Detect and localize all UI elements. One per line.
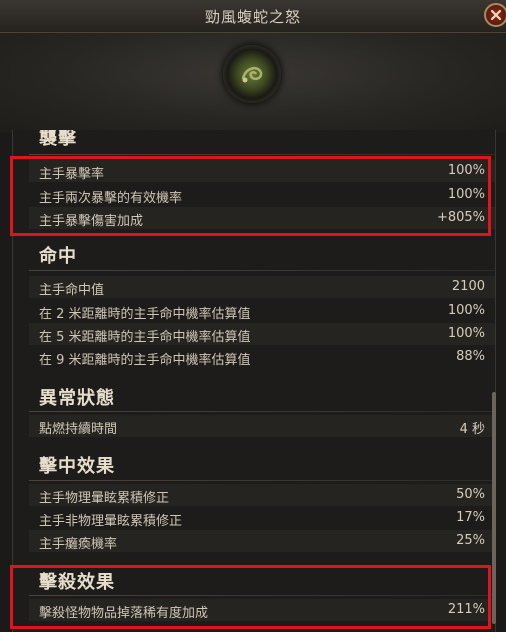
stat-label: 主手非物理暈眩累積修正 — [39, 514, 183, 529]
stat-row[interactable]: 主手暴擊傷害加成 +805% — [29, 207, 495, 229]
section-title-attack: 襲擊 — [39, 130, 77, 149]
stat-label: 主手暴擊率 — [39, 167, 105, 182]
stat-value: 50% — [456, 487, 485, 502]
stat-row[interactable]: 擊殺怪物物品掉落稀有度加成 211% — [29, 599, 495, 621]
stat-row[interactable]: 在 2 米距離時的主手命中機率估算值 100% — [29, 300, 495, 322]
stat-label: 主手命中值 — [39, 283, 105, 298]
stat-label: 在 2 米距離時的主手命中機率估算值 — [39, 307, 251, 322]
stat-value: 2100 — [451, 279, 485, 294]
stat-label: 主手暴擊傷害加成 — [39, 214, 144, 229]
stat-value: 100% — [447, 303, 485, 318]
window-title: 勁風蝮蛇之怒 — [204, 8, 301, 26]
stat-row[interactable]: 在 9 米距離時的主手命中機率估算值 88% — [29, 346, 495, 368]
section-title-hit: 命中 — [39, 246, 77, 267]
stat-row[interactable]: 主手癱瘓機率 25% — [29, 530, 495, 552]
section-title-on-kill: 擊殺效果 — [39, 572, 115, 593]
serpent-emblem-icon — [223, 45, 281, 103]
stat-row[interactable]: 主手物理暈眩累積修正 50% — [29, 484, 495, 506]
stat-value: +805% — [436, 210, 485, 225]
divider — [29, 480, 495, 481]
section-title-status: 異常狀態 — [39, 388, 115, 409]
stat-row[interactable]: 點燃持續時間 4 秒 — [29, 415, 495, 437]
stat-value: 25% — [456, 533, 485, 548]
divider — [29, 595, 495, 596]
stat-value: 88% — [456, 349, 485, 364]
stats-panel[interactable]: 襲擊 主手暴擊率 100% 主手兩次暴擊的有效機率 100% 主手暴擊傷害加成 … — [12, 130, 496, 632]
divider — [29, 411, 495, 412]
stat-value: 100% — [447, 326, 485, 341]
stat-label: 在 9 米距離時的主手命中機率估算值 — [39, 353, 251, 368]
close-button[interactable] — [484, 3, 506, 27]
stat-row[interactable]: 主手兩次暴擊的有效機率 100% — [29, 184, 495, 206]
stat-value: 211% — [447, 602, 485, 617]
stat-row[interactable]: 主手命中值 2100 — [29, 276, 495, 298]
title-bar: 勁風蝮蛇之怒 — [0, 0, 506, 33]
stat-value: 17% — [456, 510, 485, 525]
stat-row[interactable]: 在 5 米距離時的主手命中機率估算值 100% — [29, 323, 495, 345]
divider — [29, 270, 495, 271]
stat-label: 點燃持續時間 — [39, 422, 118, 437]
close-icon — [490, 9, 502, 21]
stat-value: 100% — [447, 163, 485, 178]
divider — [29, 154, 495, 155]
stat-value: 100% — [447, 187, 485, 202]
stat-label: 主手癱瘓機率 — [39, 537, 118, 552]
stat-row[interactable]: 主手暴擊率 100% — [29, 160, 495, 182]
stat-value: 4 秒 — [459, 422, 485, 437]
stat-label: 主手兩次暴擊的有效機率 — [39, 191, 183, 206]
stat-row[interactable]: 主手非物理暈眩累積修正 17% — [29, 507, 495, 529]
scrollbar-thumb[interactable] — [492, 392, 496, 624]
section-title-on-hit: 擊中效果 — [39, 456, 115, 477]
stat-label: 在 5 米距離時的主手命中機率估算值 — [39, 330, 251, 345]
stat-label: 擊殺怪物物品掉落稀有度加成 — [39, 606, 209, 621]
stat-label: 主手物理暈眩累積修正 — [39, 491, 170, 506]
